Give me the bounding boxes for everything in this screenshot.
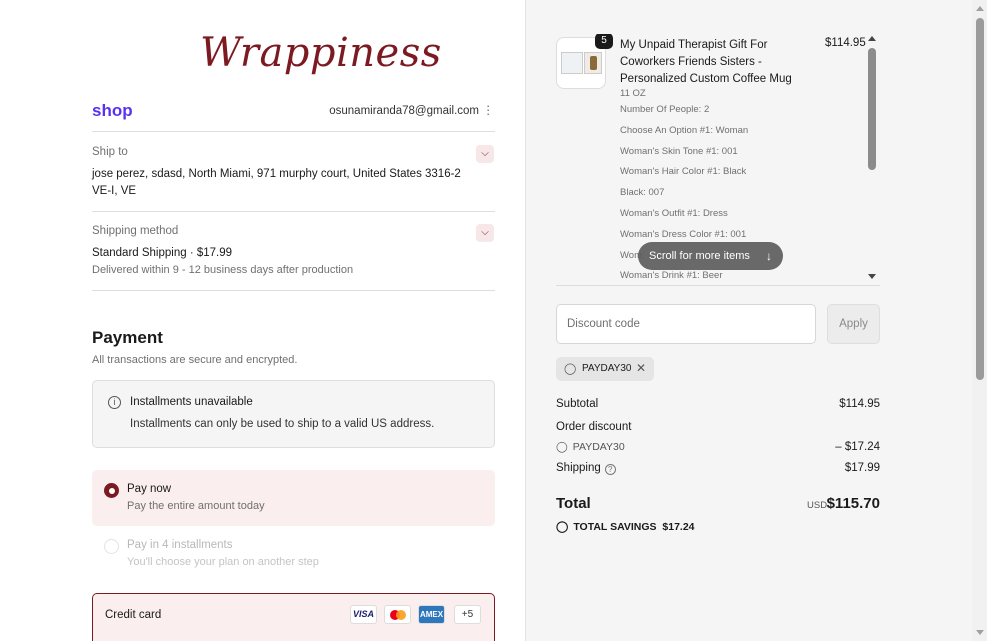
shop-pay-logo[interactable]: shop xyxy=(92,101,133,121)
scroll-up-arrow-icon[interactable] xyxy=(868,36,876,41)
product-price: $114.95 xyxy=(825,37,866,49)
tag-icon: ◯ xyxy=(564,363,577,375)
installments-title: Installments unavailable xyxy=(130,396,253,408)
page-scroll-thumb[interactable] xyxy=(976,18,984,380)
account-email: osunamiranda78@gmail.com xyxy=(329,105,479,117)
discount-code-input[interactable] xyxy=(557,305,815,343)
pay-in-4-label: Pay in 4 installments xyxy=(127,539,233,551)
product-option: Black: 007 xyxy=(620,187,665,199)
shipping-value: $17.99 xyxy=(844,462,880,474)
product-option: Woman's Outfit #1: Dress xyxy=(620,207,728,219)
subtotal-value: $114.95 xyxy=(839,398,880,410)
product-option: 11 OZ xyxy=(620,88,646,99)
visa-icon: VISA xyxy=(350,605,377,624)
product-option: Number Of People: 2 xyxy=(620,104,710,115)
scroll-thumb[interactable] xyxy=(868,48,876,170)
remove-discount-icon[interactable]: ✕ xyxy=(636,361,646,375)
order-discount-label: Order discount xyxy=(556,421,632,433)
credit-card-option[interactable]: Credit card VISA AMEX +5 xyxy=(92,593,495,641)
mastercard-icon xyxy=(384,605,411,624)
info-icon: i xyxy=(108,396,121,409)
shipping-method-name: Standard Shipping · $17.99 xyxy=(92,247,233,259)
shipping-row: Shipping? $17.99 xyxy=(556,462,880,475)
pay-in-4-sub: You'll choose your plan on another step xyxy=(127,556,319,568)
scroll-more-button[interactable]: Scroll for more items ↓ xyxy=(638,242,783,270)
pay-now-radio[interactable] xyxy=(104,483,119,498)
ship-to-chevron-down-icon[interactable]: ⌵ xyxy=(476,145,494,163)
scroll-up-arrow-icon[interactable] xyxy=(976,6,984,11)
account-menu-icon[interactable]: · · · xyxy=(486,99,490,120)
applied-discount-code: PAYDAY30 xyxy=(582,363,632,374)
line-items-scrollbar[interactable] xyxy=(868,34,876,284)
quantity-badge: 5 xyxy=(595,34,613,49)
product-option: Woman's Hair Color #1: Black xyxy=(620,166,747,178)
checkout-page: Wrappiness shop osunamiranda78@gmail.com… xyxy=(0,0,987,641)
discount-code-row: ◯ PAYDAY30 – $17.24 xyxy=(556,441,880,453)
savings-value: $17.24 xyxy=(662,521,695,533)
page-scrollbar[interactable] xyxy=(972,0,987,641)
installments-notice: i Installments unavailable Installments … xyxy=(92,380,495,448)
pay-now-sub: Pay the entire amount today xyxy=(127,500,265,512)
help-icon[interactable]: ? xyxy=(604,464,616,475)
store-logo[interactable]: Wrappiness xyxy=(200,30,441,86)
tag-icon: ◯ xyxy=(556,521,569,533)
pay-in-4-radio[interactable] xyxy=(104,539,119,554)
shipping-method-chevron-down-icon[interactable]: ⌵ xyxy=(476,224,494,242)
credit-card-label: Credit card xyxy=(105,609,162,621)
product-title: My Unpaid Therapist Gift For Coworkers F… xyxy=(620,39,792,85)
discount-code-label: PAYDAY30 xyxy=(572,441,625,453)
divider xyxy=(92,131,495,132)
subtotal-label: Subtotal xyxy=(556,398,599,410)
amex-icon: AMEX xyxy=(418,605,445,624)
apply-discount-button[interactable]: Apply xyxy=(827,304,880,344)
divider xyxy=(92,290,495,291)
product-option: Woman's Drink #1: Beer xyxy=(620,270,723,282)
product-option: Choose An Option #1: Woman xyxy=(620,124,749,136)
discount-value: – $17.24 xyxy=(835,441,880,453)
ship-to-label: Ship to xyxy=(92,146,128,158)
shipping-method-label: Shipping method xyxy=(92,225,179,237)
checkout-main: Wrappiness shop osunamiranda78@gmail.com… xyxy=(0,0,525,641)
tag-icon: ◯ xyxy=(556,441,568,453)
order-discount-row: Order discount xyxy=(556,421,880,433)
ship-to-address: jose perez, sdasd, North Miami, 971 murp… xyxy=(92,168,461,197)
scroll-down-arrow-icon[interactable] xyxy=(868,274,876,279)
applied-discount-tag: ◯ PAYDAY30 ✕ xyxy=(556,357,654,381)
payment-title: Payment xyxy=(92,328,163,347)
product-option: Woman's Skin Tone #1: 001 xyxy=(620,145,738,157)
total-value: $115.70 xyxy=(826,495,880,512)
total-label: Total xyxy=(556,495,591,512)
payment-subtitle: All transactions are secure and encrypte… xyxy=(92,354,298,366)
total-savings: ◯ TOTAL SAVINGS $17.24 xyxy=(556,520,695,533)
arrow-down-icon: ↓ xyxy=(766,249,772,263)
pay-now-option[interactable]: Pay now Pay the entire amount today xyxy=(92,470,495,526)
pay-now-label: Pay now xyxy=(127,483,172,495)
currency-code: USD xyxy=(807,500,828,511)
shipping-method-note: Delivered within 9 - 12 business days af… xyxy=(92,264,354,276)
scroll-more-label: Scroll for more items xyxy=(649,250,750,262)
divider xyxy=(92,211,495,212)
installments-text: Installments can only be used to ship to… xyxy=(130,418,435,430)
pay-in-4-option[interactable]: Pay in 4 installments You'll choose your… xyxy=(92,530,495,580)
savings-label: TOTAL SAVINGS xyxy=(573,521,657,533)
subtotal-row: Subtotal $114.95 xyxy=(556,398,880,410)
scroll-down-arrow-icon[interactable] xyxy=(976,630,984,635)
discount-code-field[interactable] xyxy=(556,304,816,344)
shipping-label: Shipping xyxy=(556,462,601,474)
logo-text: Wrappiness xyxy=(200,30,442,76)
more-cards-badge[interactable]: +5 xyxy=(454,605,481,624)
